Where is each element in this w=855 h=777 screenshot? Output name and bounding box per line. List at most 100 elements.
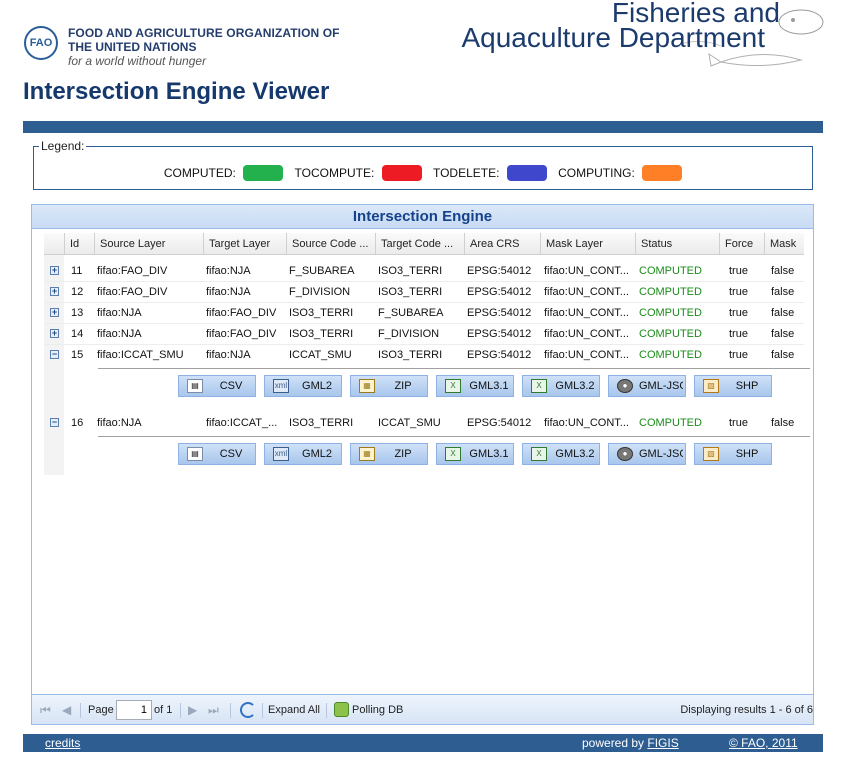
column-header-mask[interactable]: Mask <box>764 233 804 255</box>
polling-db-button[interactable]: Polling DB <box>352 695 403 725</box>
paging-display-info: Displaying results 1 - 6 of 6 <box>680 704 813 716</box>
column-header-status[interactable]: Status <box>635 233 719 255</box>
toolbar-separator <box>262 703 263 718</box>
cell-mask-layer: fifao:UN_CONT... <box>544 286 629 298</box>
cell-mask: false <box>771 286 795 298</box>
cell-target-layer: fifao:ICCAT_... <box>206 417 278 429</box>
credits-link[interactable]: credits <box>45 734 80 752</box>
expand-row-icon[interactable]: + <box>50 329 59 338</box>
site-footer: credits powered by FIGIS © FAO, 2011 <box>23 734 823 752</box>
table-row[interactable]: + 11 fifao:FAO_DIV fifao:NJA F_SUBAREA I… <box>44 261 804 282</box>
row-detail-separator <box>98 436 810 437</box>
collapse-row-icon[interactable]: − <box>50 350 59 359</box>
excel-icon: X <box>445 379 461 393</box>
button-label: ZIP <box>394 448 412 460</box>
download-gml31-button[interactable]: X GML3.1 <box>436 443 514 465</box>
first-page-icon[interactable]: ⏮ <box>40 695 51 725</box>
cell-mask-layer: fifao:UN_CONT... <box>544 417 629 429</box>
copyright-link[interactable]: © FAO, 2011 <box>729 734 798 752</box>
cell-area-crs: EPSG:54012 <box>467 307 532 319</box>
cell-mask-layer: fifao:UN_CONT... <box>544 349 629 361</box>
cell-area-crs: EPSG:54012 <box>467 349 532 361</box>
download-gml2-button[interactable]: xml GML2 <box>264 375 342 397</box>
column-header-area-crs[interactable]: Area CRS <box>464 233 540 255</box>
cell-status: COMPUTED <box>639 328 702 340</box>
legend-item-todelete: TODELETE: <box>433 165 547 181</box>
legend-item-computed: COMPUTED: <box>164 165 284 181</box>
download-shp-button[interactable]: ▧ SHP <box>694 375 772 397</box>
cell-mask: false <box>771 349 795 361</box>
powered-by: powered by FIGIS <box>582 734 679 752</box>
legend-swatch-computed <box>243 165 284 181</box>
grid-body: Id Source Layer Target Layer Source Code… <box>44 229 810 694</box>
download-zip-button[interactable]: ▦ ZIP <box>350 443 428 465</box>
cell-target-code: ISO3_TERRI <box>378 265 443 277</box>
download-gml32-button[interactable]: X GML3.2 <box>522 443 600 465</box>
expand-row-icon[interactable]: + <box>50 287 59 296</box>
column-header-source-layer[interactable]: Source Layer <box>94 233 202 255</box>
button-label: GML3.2 <box>555 448 595 460</box>
button-label: GML-JSO <box>639 380 683 392</box>
download-gml32-button[interactable]: X GML3.2 <box>522 375 600 397</box>
collapse-row-icon[interactable]: − <box>50 418 59 427</box>
cell-target-code: ISO3_TERRI <box>378 286 443 298</box>
button-label: CSV <box>219 448 243 460</box>
column-header-target-code[interactable]: Target Code ... <box>375 233 464 255</box>
download-gml31-button[interactable]: X GML3.1 <box>436 375 514 397</box>
table-row[interactable]: − 15 fifao:ICCAT_SMU fifao:NJA ICCAT_SMU… <box>44 345 804 366</box>
cell-target-code: F_SUBAREA <box>378 307 444 319</box>
cell-id: 12 <box>71 286 84 298</box>
legend-swatch-computing <box>642 165 683 181</box>
table-row[interactable]: + 12 fifao:FAO_DIV fifao:NJA F_DIVISION … <box>44 282 804 303</box>
column-header-source-code[interactable]: Source Code ... <box>286 233 374 255</box>
shp-icon: ▧ <box>703 379 719 393</box>
cell-force: true <box>729 265 748 277</box>
button-label: GML3.1 <box>469 380 509 392</box>
button-label: SHP <box>735 380 759 392</box>
cell-target-code: ISO3_TERRI <box>378 349 443 361</box>
cell-mask: false <box>771 265 795 277</box>
toolbar-separator <box>80 703 81 718</box>
column-header-force[interactable]: Force <box>719 233 764 255</box>
last-page-icon[interactable]: ⏭ <box>208 695 219 725</box>
download-gml2-button[interactable]: xml GML2 <box>264 443 342 465</box>
cell-target-layer: fifao:FAO_DIV <box>206 328 277 340</box>
download-geojson-button[interactable]: ● GML-JSO <box>608 443 686 465</box>
next-page-icon[interactable]: ▶ <box>188 695 197 725</box>
cell-source-layer: fifao:ICCAT_SMU <box>97 349 184 361</box>
cell-area-crs: EPSG:54012 <box>467 286 532 298</box>
table-row[interactable]: + 13 fifao:NJA fifao:FAO_DIV ISO3_TERRI … <box>44 303 804 324</box>
column-header-target-layer[interactable]: Target Layer <box>203 233 286 255</box>
department-title-line2: Aquaculture Department <box>461 22 765 53</box>
page-number-input[interactable] <box>116 700 152 720</box>
cell-mask: false <box>771 417 795 429</box>
download-csv-button[interactable]: ▤ CSV <box>178 443 256 465</box>
zip-icon: ▦ <box>359 447 375 461</box>
download-geojson-button[interactable]: ● GML-JSO <box>608 375 686 397</box>
download-csv-button[interactable]: ▤ CSV <box>178 375 256 397</box>
refresh-icon[interactable] <box>240 702 256 718</box>
table-row[interactable]: − 16 fifao:NJA fifao:ICCAT_... ISO3_TERR… <box>44 413 804 434</box>
intersection-engine-panel: Intersection Engine Id Source Layer Targ… <box>31 204 814 725</box>
prev-page-icon[interactable]: ◀ <box>62 695 71 725</box>
column-header-mask-layer[interactable]: Mask Layer <box>540 233 635 255</box>
expand-row-icon[interactable]: + <box>50 308 59 317</box>
expand-all-button[interactable]: Expand All <box>268 695 320 725</box>
cell-source-layer: fifao:FAO_DIV <box>97 286 168 298</box>
polling-db-icon[interactable] <box>334 702 349 717</box>
csv-icon: ▤ <box>187 447 203 461</box>
table-row[interactable]: + 14 fifao:NJA fifao:FAO_DIV ISO3_TERRI … <box>44 324 804 345</box>
cell-force: true <box>729 328 748 340</box>
row-detail-separator <box>98 368 810 369</box>
globe-icon: ● <box>617 447 633 461</box>
expand-row-icon[interactable]: + <box>50 266 59 275</box>
org-name-line2: THE UNITED NATIONS <box>68 40 197 54</box>
org-name-line1: FOOD AND AGRICULTURE ORGANIZATION OF <box>68 26 340 40</box>
figis-link[interactable]: FIGIS <box>647 736 678 750</box>
download-zip-button[interactable]: ▦ ZIP <box>350 375 428 397</box>
legend-item-computing: COMPUTING: <box>558 165 683 181</box>
cell-mask-layer: fifao:UN_CONT... <box>544 265 629 277</box>
column-header-id[interactable]: Id <box>64 233 86 255</box>
button-label: GML2 <box>302 380 332 392</box>
download-shp-button[interactable]: ▧ SHP <box>694 443 772 465</box>
